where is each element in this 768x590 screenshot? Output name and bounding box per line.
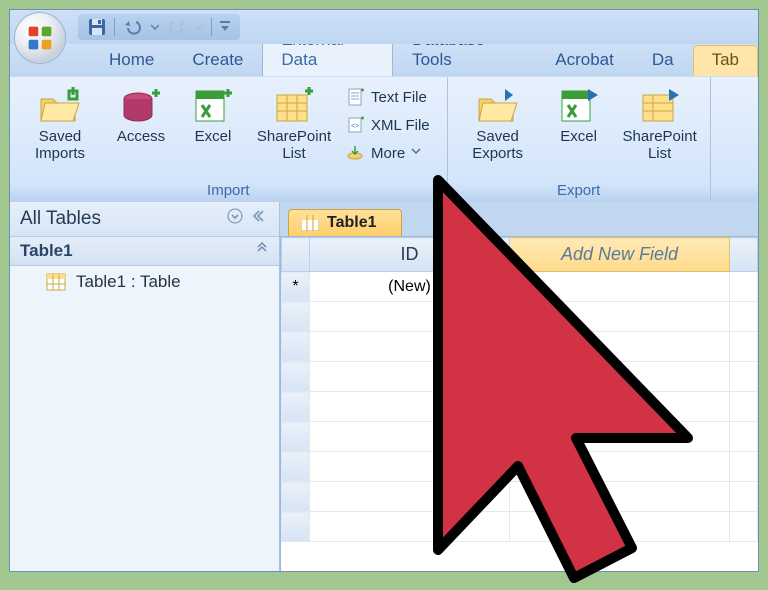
title-bar	[10, 10, 758, 44]
table-icon	[46, 273, 66, 291]
table-row	[282, 422, 758, 452]
table-row	[282, 512, 758, 542]
sharepoint-import-icon	[273, 85, 315, 127]
more-label: More	[371, 145, 405, 162]
nav-group-label: Table1	[20, 241, 73, 261]
more-icon	[347, 144, 365, 162]
saved-exports-button[interactable]: Saved Exports	[454, 81, 542, 180]
excel-import-label: Excel	[195, 128, 232, 145]
qat-separator	[211, 18, 212, 36]
qat-customize-icon[interactable]	[220, 21, 230, 33]
app-window: Home Create External Data Database Tools…	[9, 9, 759, 572]
excel-import-icon	[192, 85, 234, 127]
nav-header-label: All Tables	[20, 208, 101, 230]
group-import: Saved Imports Access	[10, 77, 448, 202]
row-selector-new[interactable]: *	[282, 272, 310, 302]
group-export: Saved Exports Excel	[448, 77, 711, 202]
qat-separator	[114, 18, 115, 36]
ribbon: Saved Imports Access	[10, 76, 758, 202]
nav-item-label: Table1 : Table	[76, 272, 181, 292]
excel-export-button[interactable]: Excel	[544, 81, 614, 180]
undo-dropdown-icon[interactable]	[151, 23, 159, 31]
excel-export-label: Excel	[560, 128, 597, 145]
navigation-pane: All Tables Table1 Table1 : Table	[10, 202, 280, 571]
saved-exports-label: Saved Exports	[457, 128, 539, 162]
office-button[interactable]	[14, 12, 66, 64]
nav-dropdown-icon[interactable]	[227, 208, 243, 230]
tab-home[interactable]: Home	[90, 45, 173, 76]
work-area: All Tables Table1 Table1 : Table Table1	[10, 202, 758, 571]
more-import-button[interactable]: More	[340, 139, 437, 167]
export-group-label: Export	[454, 180, 704, 202]
ribbon-tabs: Home Create External Data Database Tools…	[10, 44, 758, 76]
office-logo-icon	[26, 24, 54, 52]
table-icon	[301, 215, 319, 231]
column-header-add-field[interactable]: Add New Field	[510, 238, 730, 272]
nav-header[interactable]: All Tables	[10, 202, 279, 237]
chevron-down-icon	[411, 146, 425, 160]
quick-access-toolbar	[78, 14, 240, 40]
import-small-buttons: Text File <> XML File More	[340, 81, 441, 180]
xml-file-icon: <>	[347, 116, 365, 134]
saved-imports-button[interactable]: Saved Imports	[16, 81, 104, 180]
text-file-button[interactable]: Text File	[340, 83, 437, 111]
document-tab-table1[interactable]: Table1	[288, 209, 402, 236]
nav-collapse-icon[interactable]	[253, 208, 269, 230]
access-label: Access	[117, 128, 165, 145]
column-header-empty	[730, 238, 758, 272]
datasheet[interactable]: ID Add New Field * (New)	[280, 236, 758, 571]
document-area: Table1 ID Add New Field * (New)	[280, 202, 758, 571]
undo-icon[interactable]	[123, 19, 143, 35]
table-row[interactable]: * (New)	[282, 272, 758, 302]
cell-empty[interactable]	[510, 272, 730, 302]
nav-group-collapse-icon[interactable]	[255, 241, 269, 261]
xml-file-button[interactable]: <> XML File	[340, 111, 437, 139]
contextual-tab-table[interactable]: Tab	[693, 45, 758, 76]
redo-dropdown-icon[interactable]	[195, 23, 203, 31]
nav-group-table1[interactable]: Table1	[10, 237, 279, 266]
excel-import-button[interactable]: Excel	[178, 81, 248, 180]
sharepoint-import-label: SharePoint List	[253, 128, 335, 162]
excel-export-icon	[558, 85, 600, 127]
table-row	[282, 482, 758, 512]
nav-item-table1[interactable]: Table1 : Table	[10, 266, 279, 298]
text-file-label: Text File	[371, 89, 427, 106]
table-row	[282, 362, 758, 392]
svg-text:<>: <>	[351, 123, 359, 130]
tab-acrobat[interactable]: Acrobat	[536, 45, 633, 76]
tab-datasheet[interactable]: Da	[633, 45, 693, 76]
import-group-label: Import	[16, 180, 441, 202]
sharepoint-export-icon	[639, 85, 681, 127]
document-tab-row: Table1	[280, 202, 758, 236]
table-row	[282, 332, 758, 362]
sharepoint-import-button[interactable]: SharePoint List	[250, 81, 338, 180]
text-file-icon	[347, 88, 365, 106]
folder-import-icon	[39, 85, 81, 127]
folder-export-icon	[477, 85, 519, 127]
datasheet-table: ID Add New Field * (New)	[281, 237, 758, 542]
column-header-id[interactable]: ID	[310, 238, 510, 272]
document-tab-label: Table1	[327, 214, 377, 232]
cell-empty[interactable]	[730, 272, 758, 302]
access-icon	[120, 85, 162, 127]
redo-icon[interactable]	[167, 19, 187, 35]
sharepoint-export-button[interactable]: SharePoint List	[616, 81, 704, 180]
cell-id-new[interactable]: (New)	[310, 272, 510, 302]
select-all-cell[interactable]	[282, 238, 310, 272]
tab-create[interactable]: Create	[173, 45, 262, 76]
save-icon[interactable]	[88, 18, 106, 36]
table-row	[282, 302, 758, 332]
access-import-button[interactable]: Access	[106, 81, 176, 180]
table-row	[282, 452, 758, 482]
saved-imports-label: Saved Imports	[19, 128, 101, 162]
table-row	[282, 392, 758, 422]
sharepoint-export-label: SharePoint List	[619, 128, 701, 162]
xml-file-label: XML File	[371, 117, 430, 134]
